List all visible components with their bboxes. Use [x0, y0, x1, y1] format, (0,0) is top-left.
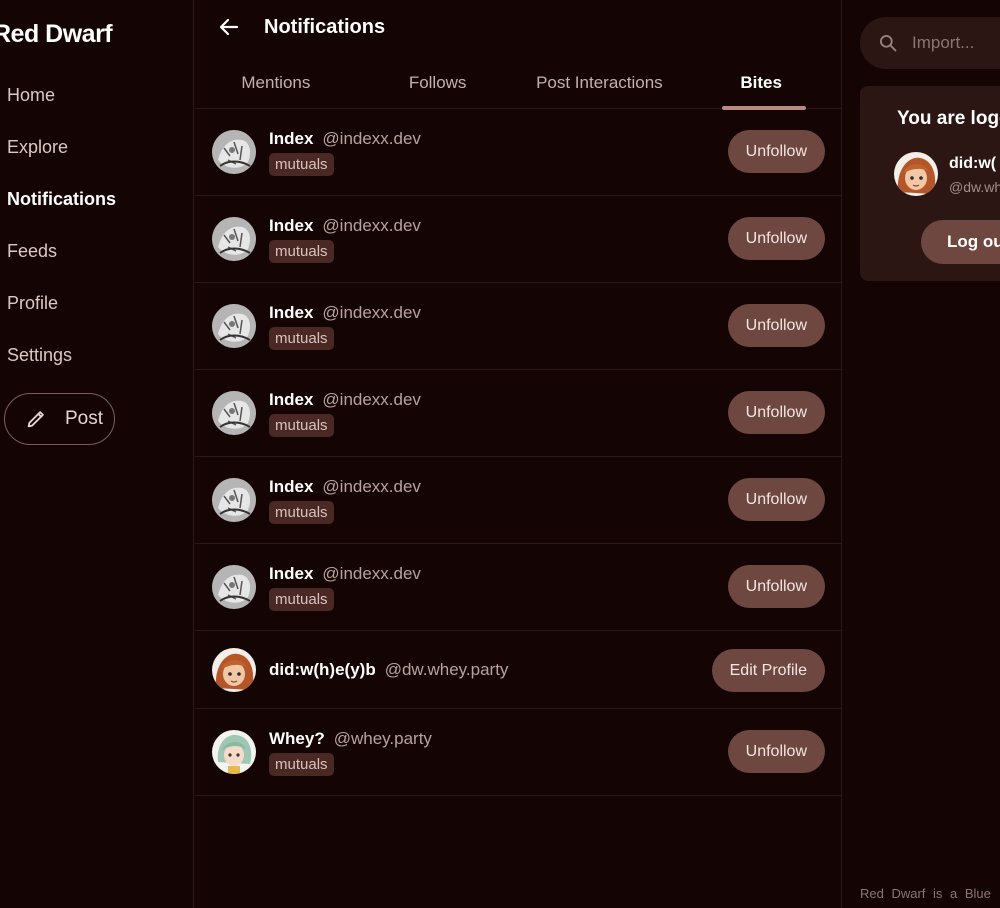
avatar-image: [212, 565, 256, 609]
app-root: Red Dwarf Home Explore Notifications Fee…: [0, 0, 1000, 908]
user-line: Whey? @whey.party: [269, 729, 432, 749]
avatar[interactable]: [894, 152, 938, 196]
list-item: Index @indexx.dev mutuals Unfollow: [195, 370, 842, 457]
display-name[interactable]: Whey?: [269, 729, 325, 748]
mutuals-badge: mutuals: [269, 501, 334, 524]
login-status-title: You are logg: [897, 108, 1000, 129]
unfollow-button[interactable]: Unfollow: [727, 130, 825, 173]
search-icon: [880, 35, 897, 52]
logout-button[interactable]: Log ou: [921, 220, 1000, 264]
avatar-image: [212, 391, 256, 435]
list-item: did:w(h)e(y)b @dw.whey.party Edit Profile: [195, 631, 842, 709]
arrow-left-icon[interactable]: [217, 15, 241, 39]
notification-list: Index @indexx.dev mutuals Unfollow Index @…: [195, 109, 842, 796]
display-name[interactable]: Index: [269, 564, 313, 583]
tab-follows[interactable]: Follows: [357, 56, 519, 109]
avatar[interactable]: [212, 391, 256, 435]
avatar[interactable]: [212, 730, 256, 774]
sidebar-item-notifications[interactable]: Notifications: [0, 173, 194, 225]
avatar[interactable]: [212, 648, 256, 692]
left-sidebar: Red Dwarf Home Explore Notifications Fee…: [0, 0, 194, 908]
avatar[interactable]: [212, 304, 256, 348]
user-line: Index @indexx.dev: [269, 129, 421, 149]
display-name[interactable]: Index: [269, 477, 313, 496]
sidebar-item-settings[interactable]: Settings: [0, 329, 194, 381]
app-logo[interactable]: Red Dwarf: [0, 20, 113, 49]
display-name[interactable]: Index: [269, 129, 313, 148]
unfollow-button[interactable]: Unfollow: [727, 478, 825, 521]
avatar-image: [212, 130, 256, 174]
avatar[interactable]: [212, 130, 256, 174]
avatar[interactable]: [212, 217, 256, 261]
sidebar-item-home[interactable]: Home: [0, 69, 194, 121]
pencil-icon: [27, 411, 44, 428]
sidebar-item-explore[interactable]: Explore: [0, 121, 194, 173]
unfollow-button[interactable]: Unfollow: [727, 730, 825, 773]
user-line: did:w(h)e(y)b @dw.whey.party: [269, 660, 508, 680]
search-input[interactable]: [912, 33, 1000, 53]
user-handle[interactable]: @indexx.dev: [322, 216, 421, 235]
notification-tabs: Mentions Follows Post Interactions Bites: [195, 56, 842, 110]
display-name[interactable]: did:w(h)e(y)b: [269, 660, 376, 679]
mutuals-badge: mutuals: [269, 327, 334, 350]
user-line: Index @indexx.dev: [269, 477, 421, 497]
user-handle[interactable]: @indexx.dev: [322, 564, 421, 583]
user-handle[interactable]: @indexx.dev: [322, 390, 421, 409]
avatar[interactable]: [212, 478, 256, 522]
page-header: Notifications: [195, 0, 842, 56]
list-item: Index @indexx.dev mutuals Unfollow: [195, 544, 842, 631]
right-panel: You are logg did:w( @dw.wh Log ou Red Dw…: [843, 0, 1000, 908]
mutuals-badge: mutuals: [269, 153, 334, 176]
main-nav: Home Explore Notifications Feeds Profile…: [0, 69, 194, 381]
unfollow-button[interactable]: Unfollow: [727, 304, 825, 347]
notifications-panel: Notifications Mentions Follows Post Inte…: [195, 0, 842, 908]
mutuals-badge: mutuals: [269, 753, 334, 776]
user-handle[interactable]: @whey.party: [334, 729, 432, 748]
user-handle[interactable]: @indexx.dev: [322, 129, 421, 148]
user-handle[interactable]: @indexx.dev: [322, 477, 421, 496]
sidebar-item-feeds[interactable]: Feeds: [0, 225, 194, 277]
avatar-image: [212, 730, 256, 774]
user-line: Index @indexx.dev: [269, 303, 421, 323]
user-handle[interactable]: @indexx.dev: [322, 303, 421, 322]
avatar-image: [212, 648, 256, 692]
post-button-label: Post: [65, 408, 104, 429]
page-title: Notifications: [264, 16, 386, 38]
tab-post-interactions[interactable]: Post Interactions: [519, 56, 681, 109]
avatar-image: [894, 152, 938, 196]
mutuals-badge: mutuals: [269, 240, 334, 263]
mutuals-badge: mutuals: [269, 414, 334, 437]
display-name[interactable]: Index: [269, 303, 313, 322]
avatar-image: [212, 478, 256, 522]
login-card: You are logg did:w( @dw.wh Log ou: [860, 86, 1000, 281]
avatar-image: [212, 304, 256, 348]
display-name[interactable]: Index: [269, 216, 313, 235]
user-handle[interactable]: @dw.whey.party: [385, 660, 509, 679]
tab-mentions[interactable]: Mentions: [195, 56, 357, 109]
search-bar[interactable]: [860, 17, 1000, 69]
avatar[interactable]: [212, 565, 256, 609]
unfollow-button[interactable]: Unfollow: [727, 217, 825, 260]
user-line: Index @indexx.dev: [269, 564, 421, 584]
unfollow-button[interactable]: Unfollow: [727, 565, 825, 608]
unfollow-button[interactable]: Unfollow: [727, 391, 825, 434]
user-line: Index @indexx.dev: [269, 216, 421, 236]
list-item: Whey? @whey.party mutuals Unfollow: [195, 709, 842, 796]
user-line: Index @indexx.dev: [269, 390, 421, 410]
footer-about-text: Red Dwarf is a Blue: [860, 886, 991, 901]
tab-bites[interactable]: Bites: [680, 56, 842, 110]
account-handle: @dw.wh: [949, 179, 1000, 195]
list-item: Index @indexx.dev mutuals Unfollow: [195, 109, 842, 196]
list-item: Index @indexx.dev mutuals Unfollow: [195, 283, 842, 370]
post-button[interactable]: Post: [4, 393, 115, 445]
edit-profile-button[interactable]: Edit Profile: [711, 649, 825, 692]
mutuals-badge: mutuals: [269, 588, 334, 611]
account-name: did:w(: [949, 155, 997, 172]
display-name[interactable]: Index: [269, 390, 313, 409]
sidebar-item-profile[interactable]: Profile: [0, 277, 194, 329]
list-item: Index @indexx.dev mutuals Unfollow: [195, 196, 842, 283]
list-item: Index @indexx.dev mutuals Unfollow: [195, 457, 842, 544]
avatar-image: [212, 217, 256, 261]
